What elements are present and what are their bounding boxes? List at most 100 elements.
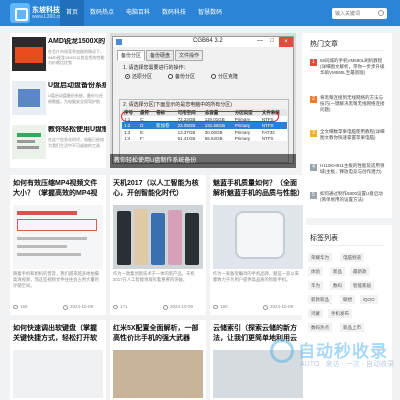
article-views: 165 (20, 304, 28, 309)
hot-article-item[interactable]: 1 58同城的手机VM590L刷机教程(详细图文解析，带你一步步升级华硕VM59… (310, 58, 386, 88)
nav-item-digital-hot[interactable]: 数码热点 (84, 0, 120, 26)
phone-image (117, 211, 131, 265)
tag-item[interactable]: 荣耀华为 (308, 253, 332, 262)
cell: 1:2 (122, 122, 139, 129)
cell: D: (138, 122, 155, 129)
article-thumbnail[interactable] (13, 205, 103, 269)
cell: NTFS (259, 122, 287, 129)
article-thumbnail[interactable] (113, 205, 203, 269)
tag-item[interactable]: 新款新品 (308, 295, 332, 304)
featured-title[interactable]: AMD锐龙1500X的 (48, 38, 106, 47)
views-icon (113, 305, 118, 309)
thumb-bar (17, 211, 77, 215)
screenshot-line (17, 146, 39, 149)
tag-item[interactable]: 电脑频道 (340, 253, 364, 262)
article-desc: 随着手机和相机的普及，我们越来越多地拍摄高清视频，而这些视频文件往往会占用大量的… (13, 271, 99, 288)
article-thumbnail[interactable] (13, 350, 103, 398)
cell: 51.41GB (177, 135, 196, 141)
featured-desc: 在芯片市场竞争加剧的情况下，AMD锐龙1500X以其出色的性能与价格比优势 (48, 49, 105, 65)
featured-item[interactable]: AMD锐龙1500X的 在芯片市场竞争加剧的情况下，AMD锐龙1500X以其出色… (10, 35, 106, 75)
divider (310, 50, 384, 51)
tag-item[interactable]: 智能家居 (350, 281, 374, 290)
nav-item-digital-tech[interactable]: 数码科技 (156, 0, 192, 26)
nav-item-pc-wiki[interactable]: 电脑百科 (120, 0, 156, 26)
article-card[interactable]: 魅蓝手机质量如何？（全面解析魅蓝手机的品质与性能） 作为一家备受瞩目的手机品牌，… (210, 175, 306, 315)
step1-label: 1. 请选择您需要进行的操作： (123, 65, 189, 71)
tag-item[interactable]: 手机发布 (328, 309, 352, 318)
featured-title[interactable]: 教你轻松使用U盘制 (48, 126, 106, 135)
main-nav: 首页 数码热点 电脑百科 数码科技 智慧数码 (60, 0, 228, 26)
radio-backup-label: 备份分区 (175, 74, 196, 80)
article-date: 2024-10-09 (70, 304, 94, 309)
article-card[interactable]: 如何快速调出软键盘（掌握关键快捷方式，轻松打开软键盘） (10, 320, 106, 400)
screenshot-line (17, 140, 35, 143)
cell: 131.56GB (202, 122, 233, 129)
article-card[interactable]: 红米5X配置全面解析，一部高性价比手机的强大武器（红米5X配 (110, 320, 206, 400)
tag-item[interactable]: 数码热点 (308, 323, 332, 332)
article-meta: 171 2024-10-09 (113, 304, 203, 312)
views-icon (213, 305, 218, 309)
hero-slider[interactable]: CGB64 3.2 — □ × 备份分区 备份硬盘 文件操作 1. 请选择您需要… (110, 33, 296, 168)
article-date: 2024-10-09 (270, 304, 294, 309)
hot-article-item[interactable]: 4 H110KH911主板的性能及适用领域(主板，释放电竞与创作潜力) (310, 163, 386, 183)
thumb-line (17, 237, 87, 240)
tag-item[interactable]: 华为 (308, 281, 323, 290)
search-icon[interactable] (378, 10, 384, 16)
article-thumbnail[interactable] (213, 205, 303, 269)
tag-item[interactable]: 新品上市 (340, 323, 364, 332)
featured-item[interactable]: 教你轻松使用U盘制 在这个信息化时代，电脑已经成为我们生活中不可或缺的工具 (10, 123, 106, 163)
hot-article-title[interactable]: 如何通过制作5800设置U盘启动(简单易用的设置方法) (320, 191, 386, 203)
nav-item-home[interactable]: 首页 (60, 0, 85, 26)
site-logo[interactable]: 东坡科技网 www.L360.cn (10, 3, 67, 23)
slider-caption[interactable]: 教你轻松使用U盘制作系统备份 (110, 154, 296, 168)
nav-item-smart-digital[interactable]: 智慧数码 (192, 0, 228, 26)
tags-title: 标签列表 (310, 235, 338, 242)
tag-item[interactable]: 体验 (308, 267, 323, 276)
article-card[interactable]: 如何有效压缩MP4视频文件大小？（掌握高效的MP4视频压缩 随着手机和相机的普及… (10, 175, 106, 315)
tag-item[interactable]: 最新款 (350, 267, 370, 276)
article-title[interactable]: 如何快速调出软键盘（掌握关键快捷方式，轻松打开软键盘） (13, 324, 103, 344)
tag-item[interactable]: 鸿蒙 (308, 309, 323, 318)
hot-article-title[interactable]: 58同城的手机VM590L刷机教程(详细图文解析，带你一步步升级华硕VM590L… (320, 58, 386, 76)
clock-icon (163, 305, 168, 310)
hot-article-item[interactable]: 3 全文细数苹果电脑使用教程(详细图文教你快速掌握苹果电脑) (310, 129, 386, 155)
rank-badge: 3 (310, 130, 317, 137)
table-row-selected: 1:2 D: 新加卷 23.05GB 131.56GB Primary NTFS (122, 122, 287, 129)
cell: 1:4 (124, 135, 131, 141)
hot-article-item[interactable]: 2 将黑莓连接到无线网络的方法与技巧(一键解决黑莓无线网络连接问题) (310, 95, 386, 121)
logo-icon (10, 3, 30, 23)
article-title[interactable]: 红米5X配置全面解析，一部高性价比手机的强大武器（红米5X配 (113, 324, 203, 344)
article-title[interactable]: 如何有效压缩MP4视频文件大小？（掌握高效的MP4视频压缩 (13, 179, 103, 199)
hot-article-item[interactable]: 5 如何通过制作5800设置U盘启动(简单易用的设置方法) (310, 191, 386, 211)
maximize-icon: □ (270, 38, 274, 44)
minimize-icon: — (257, 38, 263, 44)
article-card[interactable]: 天机2017（以人工智能为核心，开创智能化时代） 作为一款集创新技术于一体的新产… (110, 175, 206, 315)
tag-item[interactable]: iQOO (360, 295, 378, 304)
featured-desc: U盘启动盘备份系统，备份与还原数据，为电脑安全保驾护航 (48, 93, 103, 104)
article-meta: 165 2024-10-09 (13, 304, 103, 312)
hot-article-title[interactable]: 全文细数苹果电脑使用教程(详细图文教你快速掌握苹果电脑) (320, 129, 386, 141)
hot-article-title[interactable]: H110KH911主板的性能及适用领域(主板，释放电竞与创作潜力) (320, 163, 386, 175)
radio-clone (211, 74, 216, 79)
dialog-window-image: CGB64 3.2 — □ × 备份分区 备份硬盘 文件操作 1. 请选择您需要… (112, 36, 294, 164)
views-icon (13, 305, 18, 309)
radio-restore-label: 还原分区 (132, 74, 153, 80)
watermark-logo-icon (270, 339, 294, 363)
article-thumbnail[interactable] (113, 350, 203, 398)
featured-item[interactable]: U盘启动盘备份系统 U盘启动盘备份系统，备份与还原数据，为电脑安全保驾护航 (10, 79, 106, 119)
tag-item[interactable]: 数码 (330, 281, 345, 290)
phone-image (168, 210, 182, 265)
article-views: 171 (120, 304, 128, 309)
article-title[interactable]: 魅蓝手机质量如何？（全面解析魅蓝手机的品质与性能） (213, 179, 303, 199)
rank-badge: 2 (310, 96, 317, 103)
cell: Primary (234, 135, 251, 141)
article-title[interactable]: 天机2017（以人工智能为核心，开创智能化时代） (113, 179, 203, 199)
window-title: CGB64 3.2 (193, 38, 223, 44)
tag-item[interactable]: 联想 (340, 295, 355, 304)
thumb-line (17, 245, 67, 248)
window-titlebar: CGB64 3.2 — □ × (113, 37, 293, 47)
hot-article-title[interactable]: 将黑莓连接到无线网络的方法与技巧(一键解决黑莓无线网络连接问题) (320, 95, 386, 113)
phone-image (134, 209, 148, 265)
tag-item[interactable]: 新品 (330, 267, 345, 276)
featured-title[interactable]: U盘启动盘备份系统 (48, 82, 106, 91)
